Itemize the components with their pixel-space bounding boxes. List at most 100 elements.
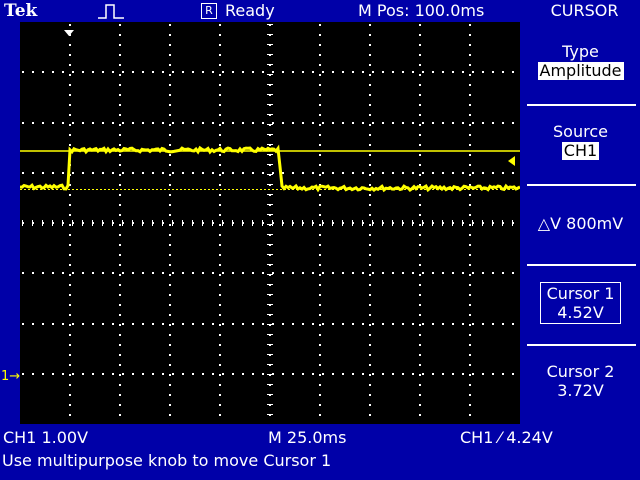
graticule-dot	[369, 294, 371, 296]
graticule-dot	[119, 244, 121, 246]
graticule-tick	[267, 374, 273, 375]
graticule-dot	[142, 122, 144, 124]
graticule-dot	[369, 394, 371, 396]
graticule-dot	[419, 174, 421, 176]
graticule-dot	[119, 114, 121, 116]
bottom-status-bar: CH1 1.00V M 25.0ms CH1 ⁄ 4.24V	[0, 425, 640, 449]
graticule-dot	[72, 122, 74, 124]
cursor1-menu-button[interactable]: Cursor 1 4.52V	[521, 282, 640, 324]
graticule-dot	[262, 272, 264, 274]
graticule-dot	[112, 71, 114, 73]
graticule-dot	[219, 24, 221, 26]
graticule-dot	[219, 314, 221, 316]
graticule-dot	[172, 272, 174, 274]
graticule-dot	[419, 74, 421, 76]
graticule-dot	[292, 172, 294, 174]
graticule-dot	[312, 71, 314, 73]
graticule-dot	[69, 294, 71, 296]
graticule-dot	[62, 71, 64, 73]
cursor2-line	[196, 189, 198, 190]
graticule-dot	[319, 214, 321, 216]
menu-divider	[527, 184, 636, 186]
graticule-dot	[169, 54, 171, 56]
graticule-dot	[492, 323, 494, 325]
channel1-ground-marker: 1→	[1, 369, 21, 384]
graticule-dot	[369, 254, 371, 256]
graticule-dot	[469, 324, 471, 326]
pulse-trigger-icon	[98, 2, 124, 24]
graticule-dot	[232, 172, 234, 174]
graticule-dot	[369, 234, 371, 236]
cursor2-line	[124, 189, 126, 190]
graticule-dot	[219, 264, 221, 266]
graticule-dot	[119, 314, 121, 316]
graticule-tick	[267, 104, 273, 105]
graticule-dot	[119, 164, 121, 166]
graticule-dot	[69, 264, 71, 266]
graticule-dot	[372, 323, 374, 325]
type-menu-button[interactable]: Type Amplitude	[521, 42, 640, 80]
cursor2-line	[172, 189, 174, 190]
graticule-dot	[119, 334, 121, 336]
graticule-dot	[152, 172, 154, 174]
graticule-dot	[319, 374, 321, 376]
graticule-dot	[152, 373, 154, 375]
graticule-dot	[319, 44, 321, 46]
source-menu-button[interactable]: Source CH1	[521, 122, 640, 160]
graticule-dot	[119, 154, 121, 156]
graticule-dot	[252, 373, 254, 375]
graticule-dot	[119, 64, 121, 66]
graticule-dot	[172, 373, 174, 375]
graticule-dot	[469, 414, 471, 416]
graticule-dot	[119, 174, 121, 176]
graticule-tick	[267, 344, 273, 345]
graticule-dot	[462, 272, 464, 274]
graticule-dot	[319, 124, 321, 126]
cursor2-line	[132, 189, 134, 190]
graticule-dot	[169, 194, 171, 196]
graticule-dot	[169, 414, 171, 416]
graticule-dot	[219, 354, 221, 356]
graticule-dot	[122, 272, 124, 274]
graticule-dot	[372, 122, 374, 124]
graticule-dot	[342, 272, 344, 274]
graticule-dot	[119, 304, 121, 306]
graticule-dot	[142, 373, 144, 375]
graticule-dot	[69, 234, 71, 236]
graticule-dot	[69, 84, 71, 86]
graticule-dot	[512, 323, 514, 325]
graticule-dot	[112, 172, 114, 174]
graticule-dot	[422, 71, 424, 73]
graticule-dot	[332, 272, 334, 274]
graticule-tick	[342, 220, 343, 226]
graticule-dot	[469, 154, 471, 156]
graticule-dot	[192, 373, 194, 375]
cursor2-menu-button[interactable]: Cursor 2 3.72V	[521, 362, 640, 400]
graticule-dot	[69, 124, 71, 126]
graticule-dot	[412, 373, 414, 375]
graticule-tick	[267, 94, 273, 95]
graticule-tick	[267, 174, 273, 175]
graticule-dot	[102, 122, 104, 124]
graticule-dot	[169, 334, 171, 336]
graticule-dot	[119, 184, 121, 186]
graticule-tick	[267, 114, 273, 115]
graticule-dot	[169, 94, 171, 96]
graticule-dot	[482, 373, 484, 375]
cursor2-line	[464, 189, 466, 190]
graticule-tick	[52, 220, 53, 226]
graticule-dot	[242, 172, 244, 174]
graticule-dot	[219, 394, 221, 396]
graticule-dot	[342, 373, 344, 375]
graticule-tick	[142, 220, 143, 226]
graticule-dot	[69, 364, 71, 366]
graticule-dot	[382, 172, 384, 174]
graticule-dot	[332, 71, 334, 73]
graticule-dot	[512, 172, 514, 174]
graticule-dot	[169, 274, 171, 276]
graticule-dot	[342, 122, 344, 124]
graticule-dot	[382, 122, 384, 124]
graticule-dot	[369, 214, 371, 216]
graticule-dot	[202, 323, 204, 325]
graticule-dot	[69, 274, 71, 276]
